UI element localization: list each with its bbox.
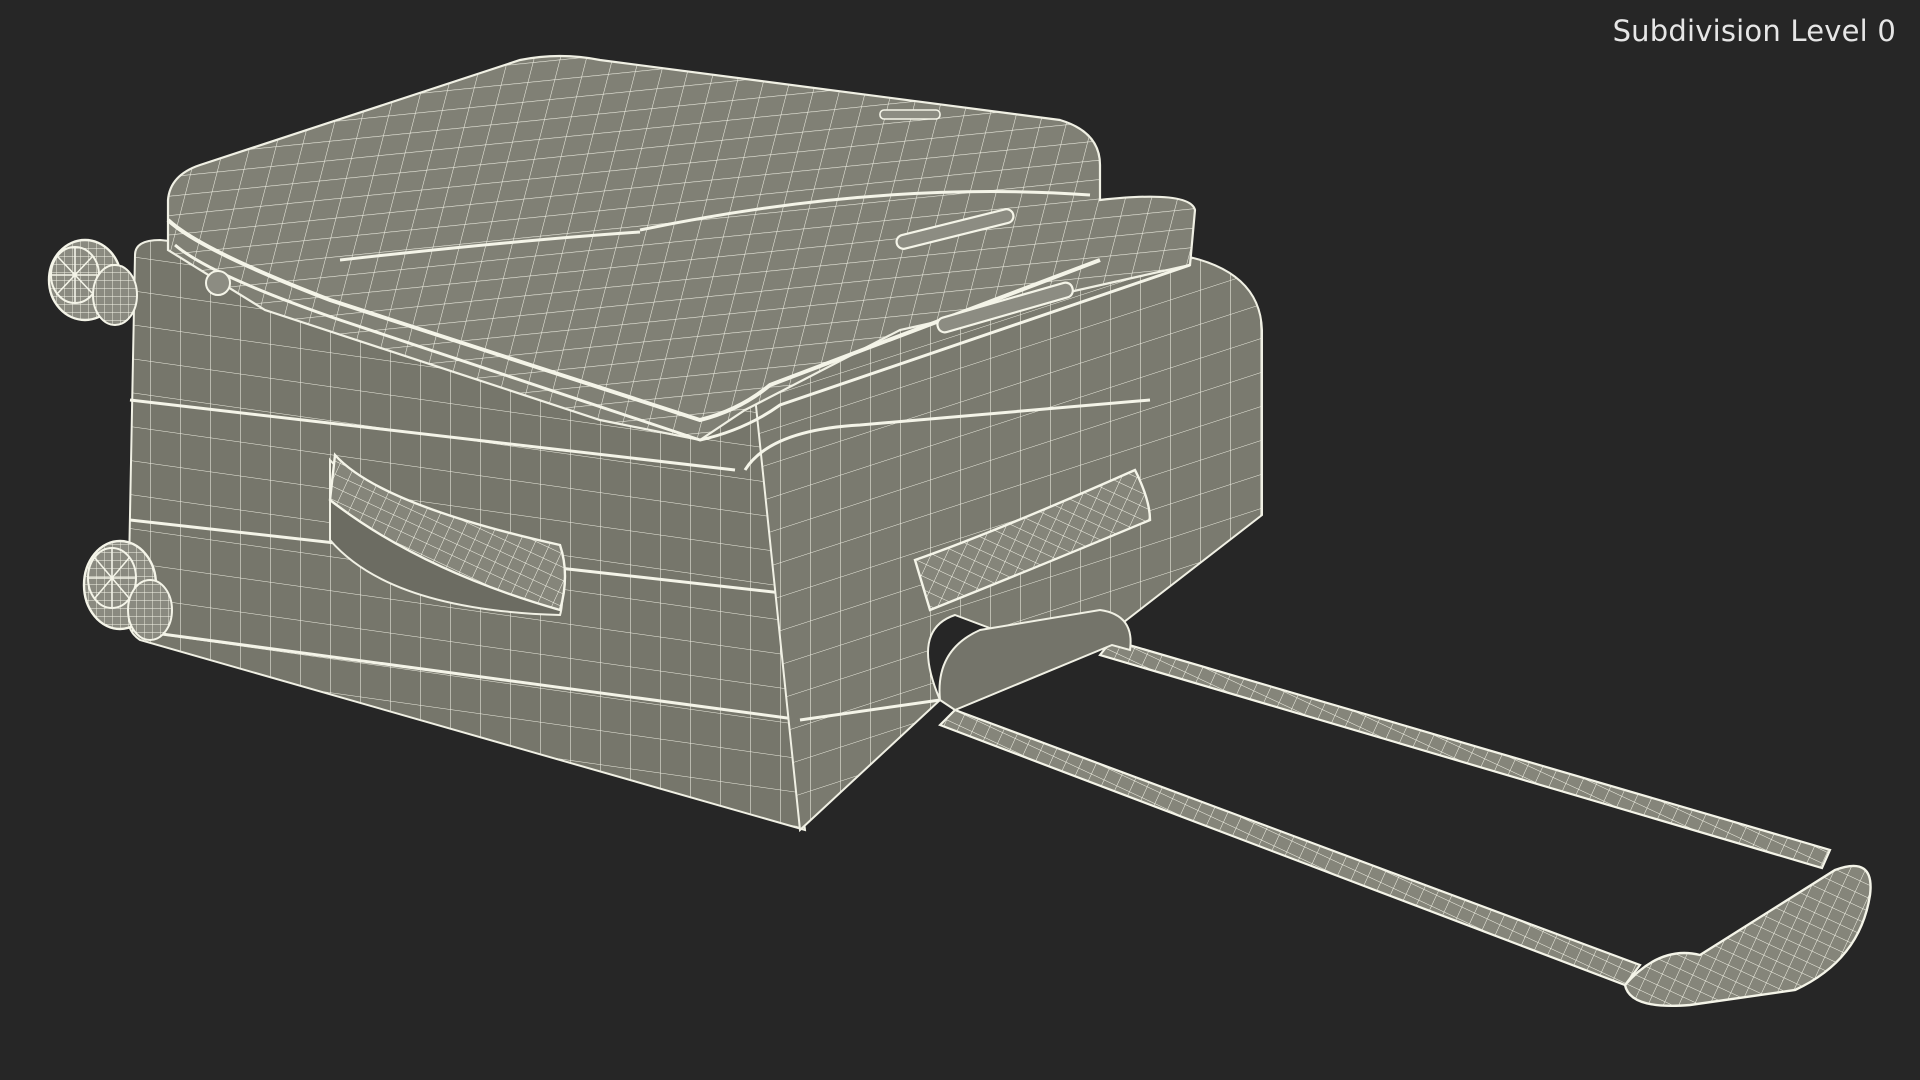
suitcase-wireframe-render [47, 54, 1872, 1007]
trolley-handle [938, 608, 1872, 1007]
wheel-top [47, 238, 138, 326]
subdivision-level-label: Subdivision Level 0 [1612, 14, 1896, 48]
render-viewport: Subdivision Level 0 [0, 0, 1920, 1080]
